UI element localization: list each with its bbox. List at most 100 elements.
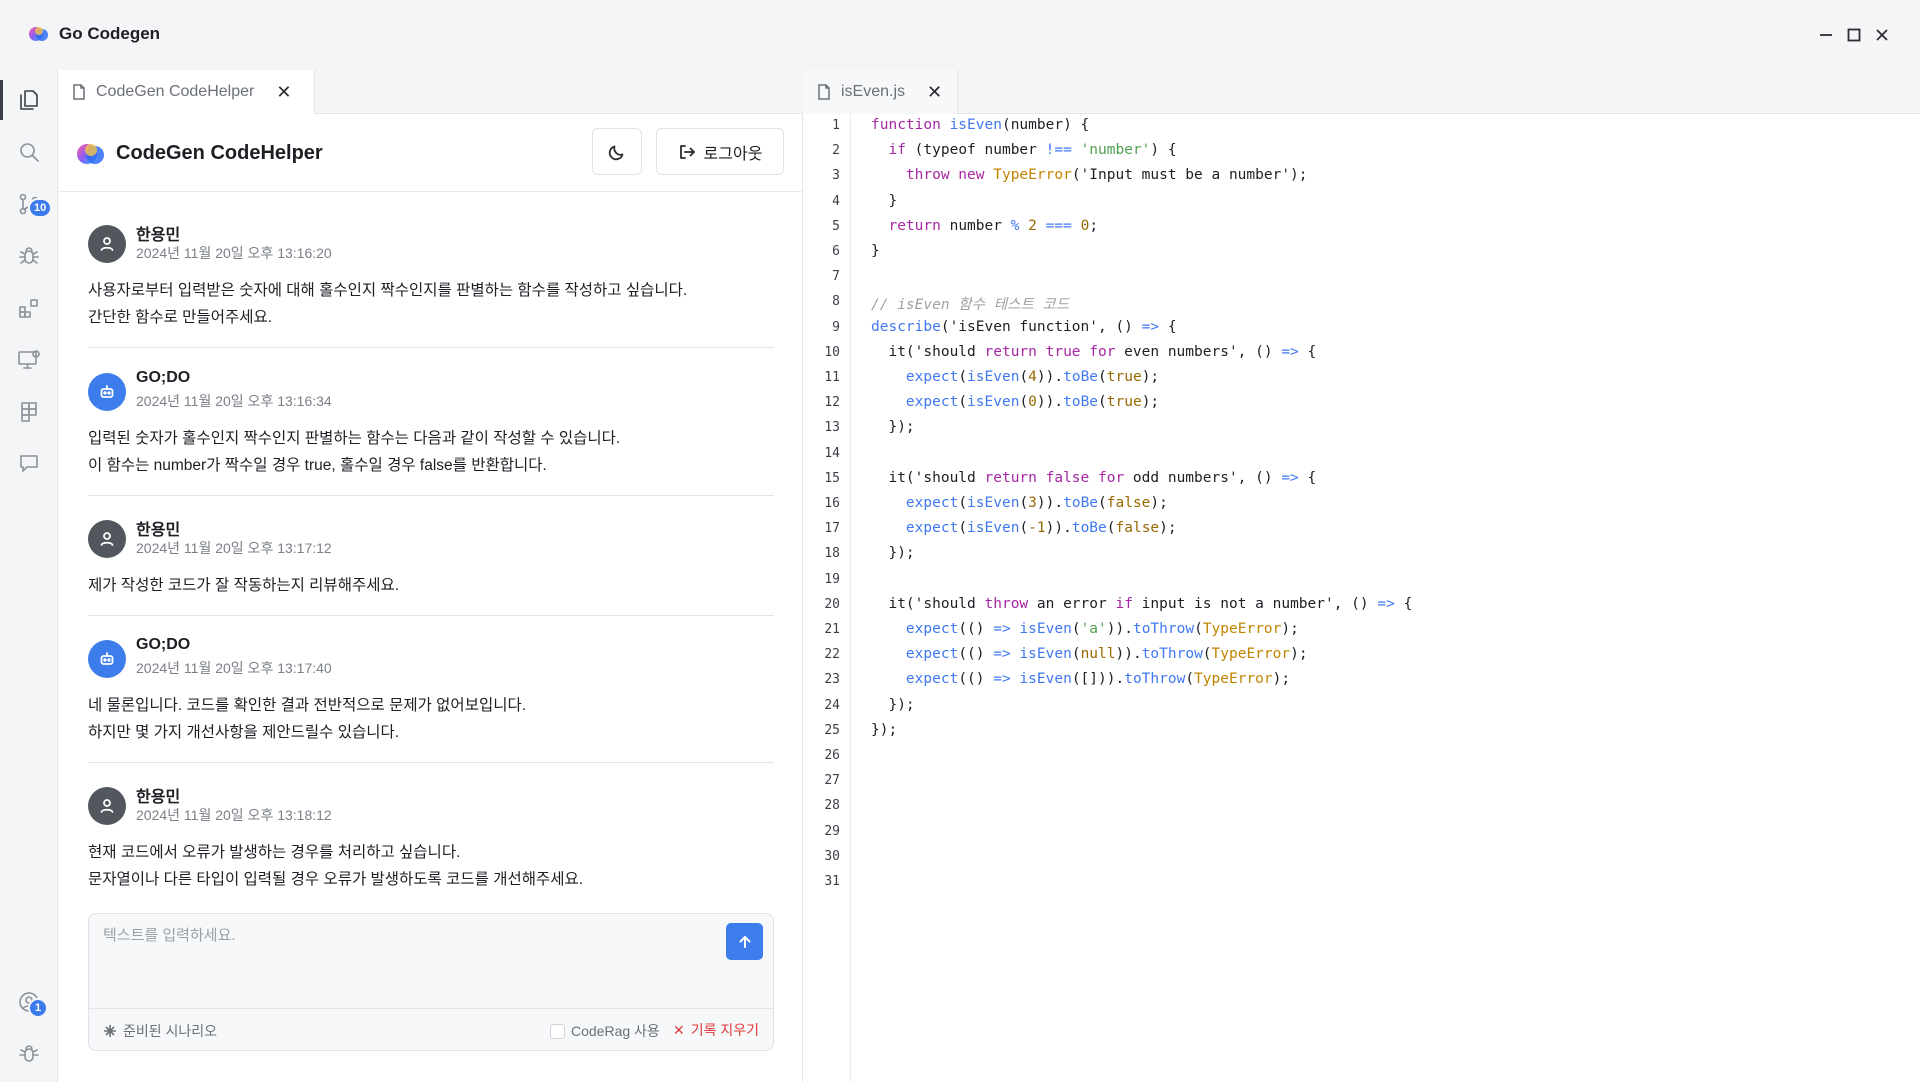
code-token: expect (905, 621, 959, 637)
code-token: isEven (967, 495, 1020, 511)
close-tab-icon[interactable]: ✕ (927, 83, 942, 101)
avatar (88, 373, 126, 411)
code-line: }); (871, 419, 914, 435)
code-token: toBe (1063, 495, 1099, 511)
code-token: ( (1098, 394, 1107, 411)
close-window-button[interactable] (1871, 24, 1893, 46)
code-token: throw (984, 595, 1029, 612)
code-token: ); (1272, 671, 1291, 688)
minimize-icon (1820, 34, 1832, 36)
code-line: expect(() => isEven([])).toThrow(TypeErr… (871, 671, 1290, 687)
line-number: 11 (824, 370, 840, 385)
source-control-button[interactable]: 10 (15, 190, 53, 218)
line-number: 16 (824, 496, 840, 511)
code-token: expect (905, 520, 959, 537)
code-token: } (871, 243, 880, 259)
chat-tab-bar: CodeGen CodeHelper ✕ (58, 70, 803, 114)
message-body: 네 물론입니다. 코드를 확인한 결과 전반적으로 문제가 없어보입니다. 하지… (88, 692, 526, 746)
code-token: ( (1106, 520, 1116, 537)
coderag-toggle[interactable]: CodeRag 사용 (550, 1021, 660, 1041)
code-token: => (993, 671, 1011, 688)
code-token: return false for (984, 469, 1125, 486)
code-token: )). (1036, 495, 1064, 511)
code-token: expect (905, 394, 959, 411)
codehelper-logo-icon (77, 144, 104, 164)
message-time: 2024년 11월 20일 오후 13:17:12 (136, 540, 332, 556)
remote-explorer-icon (18, 350, 40, 369)
code-token: true (1106, 369, 1142, 385)
debug-button[interactable] (15, 242, 43, 270)
code-line: it('should return true for even numbers'… (871, 344, 1316, 360)
code-line: expect(isEven(3)).toBe(false); (871, 495, 1168, 511)
active-indicator (0, 80, 3, 120)
code-token: ); (1150, 495, 1168, 511)
layers-button[interactable] (15, 398, 43, 426)
code-token: ); (1290, 646, 1308, 663)
code-token: 'number' (1080, 142, 1151, 159)
line-number: 15 (824, 470, 840, 486)
code-token: )). (1036, 394, 1064, 411)
remote-explorer-button[interactable] (15, 346, 43, 374)
tab-iseven-js[interactable]: isEven.js ✕ (803, 70, 958, 114)
code-token: describe (871, 318, 941, 335)
comment-button[interactable] (15, 450, 43, 478)
code-line: } (871, 243, 880, 259)
account-badge: 1 (28, 998, 48, 1018)
message-line: 입력된 숫자가 홀수인지 짝수인지 판별하는 함수는 다음과 같이 작성할 수 … (88, 430, 621, 447)
code-token: isEven (1019, 621, 1072, 637)
source-control-badge: 10 (28, 198, 53, 218)
close-tab-icon[interactable]: ✕ (276, 83, 291, 101)
code-token: => (993, 646, 1011, 663)
code-token: => (1281, 343, 1299, 360)
code-token: => (993, 621, 1011, 637)
coderag-checkbox[interactable] (550, 1023, 565, 1039)
line-number: 9 (832, 319, 840, 335)
code-token: ) { (1150, 142, 1177, 159)
code-token: toThrow (1132, 621, 1195, 637)
code-line: }); (871, 545, 914, 561)
minimize-button[interactable] (1815, 24, 1837, 46)
chat-header: CodeGen CodeHelper 로그아웃 (58, 114, 803, 192)
settings-icon (19, 1045, 39, 1062)
code-token: => (1281, 469, 1299, 486)
message-body: 제가 작성한 코드가 잘 작동하는지 리뷰해주세요. (88, 572, 399, 599)
message-time: 2024년 11월 20일 오후 13:17:40 (136, 660, 332, 676)
line-number: 29 (824, 823, 840, 839)
robot-icon (100, 652, 114, 665)
send-button[interactable] (726, 923, 763, 960)
code-token: !== (1045, 142, 1072, 159)
message-composer: 준비된 시나리오 CodeRag 사용 ✕ 기록 지우기 (88, 913, 774, 1051)
clear-history-button[interactable]: ✕ 기록 지우기 (673, 1020, 759, 1040)
code-line: expect(isEven(0)).toBe(true); (871, 394, 1159, 410)
extensions-icon (19, 299, 38, 318)
line-number: 6 (832, 244, 840, 259)
code-line: return number % 2 === 0; (871, 218, 1098, 234)
code-token: odd numbers', () (1124, 469, 1282, 486)
code-token: { (1159, 318, 1177, 335)
message-input[interactable] (103, 924, 683, 1004)
extensions-button[interactable] (15, 294, 43, 322)
code-token: (() (958, 671, 994, 688)
theme-toggle-button[interactable] (592, 128, 642, 175)
tab-label: CodeGen CodeHelper (96, 83, 255, 100)
divider (88, 615, 774, 616)
explorer-button[interactable] (15, 86, 43, 114)
search-button[interactable] (15, 138, 43, 166)
account-button[interactable]: 1 (15, 988, 48, 1018)
tab-codehelper[interactable]: CodeGen CodeHelper ✕ (58, 70, 315, 114)
code-editor[interactable]: 1 2 3 4 5 6 7 8 9 10 11 12 13 14 15 16 17 18 19 20 21 22 23 24 2… (803, 114, 1920, 1082)
message-line: 문자열이나 다른 타입이 입력될 경우 오류가 발생하도록 코드를 개선해주세요… (88, 871, 584, 888)
logout-button[interactable]: 로그아웃 (656, 128, 784, 175)
maximize-button[interactable] (1843, 24, 1865, 46)
message-line: 하지만 몇 가지 개선사항을 제안드릴수 있습니다. (88, 724, 400, 741)
code-token: even numbers', () (1115, 343, 1282, 360)
code-token: )). (1045, 520, 1072, 537)
settings-button[interactable] (15, 1040, 43, 1068)
code-token: )). (1106, 621, 1133, 637)
code-token: toThrow (1124, 671, 1186, 688)
prepared-scenario-button[interactable]: 준비된 시나리오 (103, 1021, 217, 1041)
